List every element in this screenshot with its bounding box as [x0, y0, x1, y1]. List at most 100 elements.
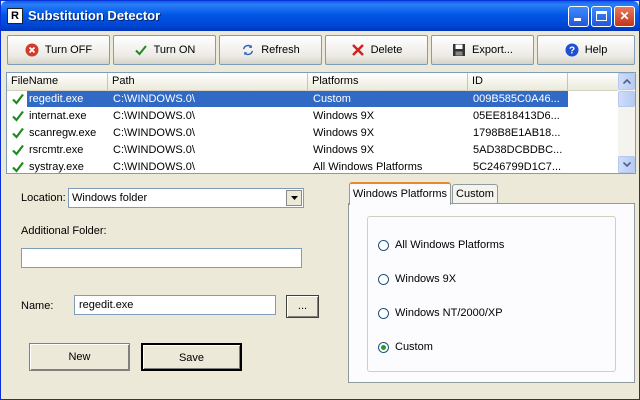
checkmark-icon[interactable]: [11, 126, 25, 140]
location-label: Location:: [21, 192, 66, 204]
save-button[interactable]: Save: [141, 343, 242, 371]
cell-path: C:\WINDOWS.0\: [113, 127, 195, 139]
column-header-id[interactable]: ID: [468, 73, 568, 90]
name-label: Name:: [21, 300, 54, 312]
substitution-list[interactable]: FileName Path Platforms ID regedit.exe C…: [6, 72, 636, 174]
dropdown-arrow-button[interactable]: [286, 190, 302, 206]
turn-off-label: Turn OFF: [44, 44, 93, 56]
list-header: FileName Path Platforms ID: [7, 73, 619, 91]
radio-label: Windows 9X: [395, 273, 457, 285]
cell-id: 05EE818413D6...: [473, 110, 560, 122]
cell-path: C:\WINDOWS.0\: [113, 93, 195, 105]
radio-windows-nt[interactable]: Windows NT/2000/XP: [378, 305, 503, 321]
cell-platforms: Custom: [313, 93, 351, 105]
help-button[interactable]: ? Help: [537, 35, 635, 65]
maximize-icon: [596, 11, 607, 21]
app-icon: R: [7, 8, 23, 24]
radio-label: All Windows Platforms: [395, 239, 505, 251]
cell-platforms: Windows 9X: [313, 110, 375, 122]
checkmark-icon[interactable]: [11, 160, 25, 174]
turn-on-label: Turn ON: [153, 44, 196, 56]
help-icon: ?: [565, 43, 579, 57]
browse-button[interactable]: ...: [286, 295, 319, 318]
list-vertical-scrollbar[interactable]: [618, 73, 635, 173]
cell-id: 009B585C0A46...: [473, 93, 560, 105]
export-label: Export...: [472, 44, 513, 56]
radio-label: Windows NT/2000/XP: [395, 307, 503, 319]
platforms-tab-panel: All Windows Platforms Windows 9X Windows…: [348, 203, 635, 383]
column-header-platforms[interactable]: Platforms: [308, 73, 468, 90]
delete-x-icon: [351, 43, 365, 57]
radio-custom[interactable]: Custom: [378, 339, 433, 355]
name-input[interactable]: [75, 296, 275, 314]
radio-windows-9x[interactable]: Windows 9X: [378, 271, 456, 287]
column-header-filename[interactable]: FileName: [7, 73, 108, 90]
radio-button[interactable]: [378, 307, 389, 319]
table-row[interactable]: scanregw.exe C:\WINDOWS.0\ Windows 9X 17…: [7, 125, 619, 142]
checkmark-icon[interactable]: [11, 143, 25, 157]
cell-platforms: Windows 9X: [313, 144, 375, 156]
new-button[interactable]: New: [29, 343, 130, 371]
stop-circle-icon: [25, 43, 39, 57]
table-row[interactable]: rsrcmtr.exe C:\WINDOWS.0\ Windows 9X 5AD…: [7, 142, 619, 159]
radio-button[interactable]: [378, 239, 389, 251]
turn-on-button[interactable]: Turn ON: [113, 35, 216, 65]
close-button[interactable]: ✕: [614, 6, 635, 27]
cell-filename: systray.exe: [29, 161, 84, 173]
radio-label: Custom: [395, 341, 433, 353]
cell-path: C:\WINDOWS.0\: [113, 144, 195, 156]
refresh-button[interactable]: Refresh: [219, 35, 322, 65]
tab-custom[interactable]: Custom: [452, 184, 498, 204]
table-row[interactable]: regedit.exe C:\WINDOWS.0\ Custom 009B585…: [7, 91, 619, 108]
cell-filename: rsrcmtr.exe: [29, 144, 84, 156]
radio-button[interactable]: [378, 341, 389, 353]
cell-filename: internat.exe: [29, 110, 87, 122]
additional-folder-input[interactable]: [22, 249, 301, 267]
main-window: R Substitution Detector ✕ Turn OFF Turn …: [0, 0, 640, 400]
cell-path: C:\WINDOWS.0\: [113, 161, 195, 173]
toolbar: Turn OFF Turn ON Refresh Delete Export..…: [6, 35, 636, 67]
minimize-icon: [574, 18, 581, 21]
radio-button[interactable]: [378, 273, 389, 285]
scroll-down-button[interactable]: [618, 156, 635, 173]
checkmark-icon[interactable]: [11, 109, 25, 123]
checkmark-icon[interactable]: [11, 92, 25, 106]
floppy-disk-icon: [452, 43, 466, 57]
refresh-label: Refresh: [261, 44, 300, 56]
cell-id: 5AD38DCBDBC...: [473, 144, 563, 156]
refresh-icon: [241, 43, 255, 57]
column-header-path[interactable]: Path: [108, 73, 308, 90]
table-row[interactable]: systray.exe C:\WINDOWS.0\ All Windows Pl…: [7, 159, 619, 174]
chevron-down-icon: [622, 162, 631, 167]
platform-options-group: All Windows Platforms Windows 9X Windows…: [367, 216, 616, 372]
cell-platforms: Windows 9X: [313, 127, 375, 139]
chevron-down-icon: [290, 196, 298, 200]
chevron-up-icon: [622, 79, 631, 84]
cell-platforms: All Windows Platforms: [313, 161, 423, 173]
tab-windows-platforms[interactable]: Windows Platforms: [349, 182, 451, 205]
cell-filename: scanregw.exe: [29, 127, 97, 139]
delete-label: Delete: [370, 44, 403, 56]
maximize-button[interactable]: [591, 6, 612, 27]
cell-path: C:\WINDOWS.0\: [113, 110, 195, 122]
scroll-thumb[interactable]: [618, 91, 635, 107]
turn-off-button[interactable]: Turn OFF: [7, 35, 110, 65]
export-button[interactable]: Export...: [431, 35, 534, 65]
svg-text:?: ?: [569, 46, 575, 57]
additional-folder-field[interactable]: [21, 248, 302, 268]
additional-folder-label: Additional Folder:: [21, 225, 107, 237]
scroll-up-button[interactable]: [618, 73, 635, 90]
location-dropdown[interactable]: Windows folder: [68, 188, 304, 208]
title-bar[interactable]: R Substitution Detector ✕: [1, 1, 639, 31]
minimize-button[interactable]: [568, 6, 589, 27]
checkmark-icon: [134, 43, 148, 57]
window-title: Substitution Detector: [28, 8, 161, 23]
name-field[interactable]: [74, 295, 276, 315]
delete-button[interactable]: Delete: [325, 35, 428, 65]
table-row[interactable]: internat.exe C:\WINDOWS.0\ Windows 9X 05…: [7, 108, 619, 125]
close-icon: ✕: [619, 9, 630, 23]
location-value: Windows folder: [72, 192, 148, 204]
help-label: Help: [584, 44, 608, 56]
cell-id: 1798B8E1AB18...: [473, 127, 561, 139]
radio-all-windows-platforms[interactable]: All Windows Platforms: [378, 237, 504, 253]
